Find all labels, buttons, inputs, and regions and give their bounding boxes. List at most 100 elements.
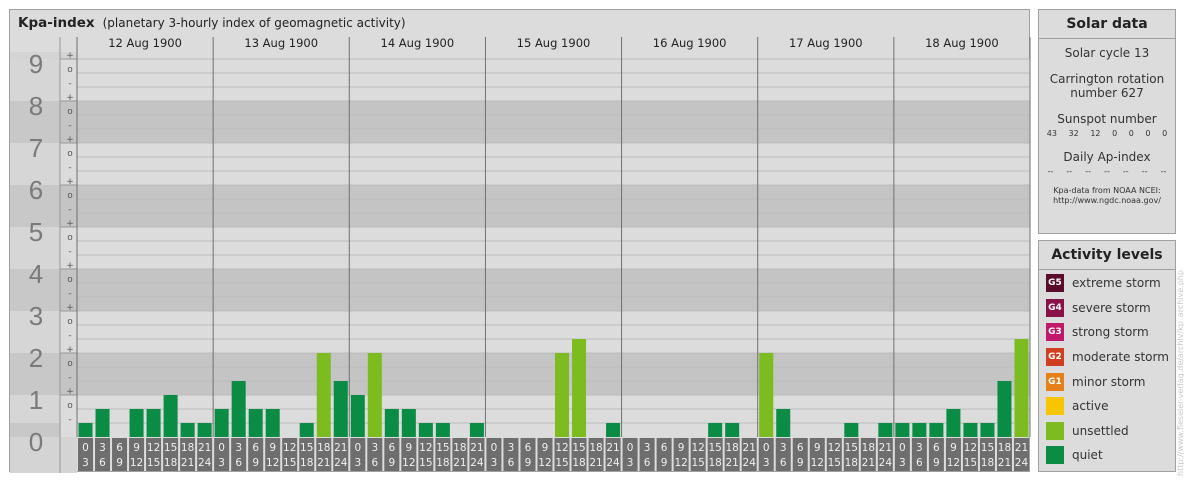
minor-tick-8-1: o bbox=[67, 107, 73, 117]
interval-start-1-6: 18 bbox=[317, 442, 330, 454]
band-2 bbox=[10, 311, 1030, 353]
interval-end-2-1: 6 bbox=[371, 457, 378, 469]
interval-end-4-7: 24 bbox=[743, 457, 757, 469]
interval-start-0-6: 18 bbox=[181, 442, 194, 454]
interval-end-3-6: 21 bbox=[589, 457, 602, 469]
interval-start-0-0: 0 bbox=[82, 442, 89, 454]
interval-end-5-0: 3 bbox=[763, 457, 770, 469]
ap-value-4: -- bbox=[1122, 167, 1129, 176]
bar-6-7 bbox=[1014, 339, 1029, 437]
y-tick-0: 0 bbox=[29, 427, 43, 457]
interval-start-3-6: 18 bbox=[589, 442, 602, 454]
interval-start-2-2: 6 bbox=[388, 442, 395, 454]
bar-1-2 bbox=[248, 408, 263, 437]
interval-start-1-1: 3 bbox=[235, 442, 242, 454]
activity-level-4: G1 minor storm bbox=[1039, 369, 1175, 394]
interval-end-3-2: 9 bbox=[525, 457, 532, 469]
bar-0-1 bbox=[95, 408, 110, 437]
interval-start-0-1: 3 bbox=[99, 442, 106, 454]
activity-label-5: active bbox=[1072, 399, 1109, 414]
minor-tick-2-2: - bbox=[68, 373, 71, 383]
interval-start-6-4: 12 bbox=[964, 442, 977, 454]
interval-end-6-3: 12 bbox=[947, 457, 960, 469]
activity-label-4: minor storm bbox=[1072, 374, 1146, 389]
interval-end-6-1: 6 bbox=[916, 457, 923, 469]
sunspot-number-label: Sunspot number bbox=[1057, 112, 1157, 126]
interval-end-5-7: 24 bbox=[879, 457, 893, 469]
minor-tick-1-2: - bbox=[68, 415, 71, 425]
activity-label-6: unsettled bbox=[1072, 423, 1129, 438]
activity-label-7: quiet bbox=[1072, 448, 1103, 463]
interval-end-0-1: 6 bbox=[99, 457, 106, 469]
activity-swatch-3: G2 bbox=[1046, 348, 1064, 367]
bar-6-3 bbox=[946, 408, 961, 437]
interval-end-2-7: 24 bbox=[470, 457, 484, 469]
interval-end-4-5: 18 bbox=[708, 457, 721, 469]
activity-swatch-2: G3 bbox=[1046, 323, 1064, 342]
data-credit-url: http://www.ngdc.noaa.gov/ bbox=[1053, 196, 1161, 205]
bar-3-7 bbox=[606, 423, 621, 437]
interval-end-3-1: 6 bbox=[508, 457, 515, 469]
interval-end-2-6: 21 bbox=[453, 457, 466, 469]
bar-0-4 bbox=[146, 408, 161, 437]
activity-level-1: G4 severe storm bbox=[1039, 296, 1175, 321]
bar-6-5 bbox=[980, 423, 995, 437]
interval-end-4-3: 12 bbox=[674, 457, 687, 469]
bar-1-5 bbox=[299, 423, 314, 437]
interval-end-4-0: 3 bbox=[627, 457, 634, 469]
ap-value-5: -- bbox=[1141, 167, 1148, 176]
chart-title-main: Kpa-index bbox=[18, 15, 95, 31]
interval-start-5-3: 9 bbox=[814, 442, 821, 454]
interval-start-1-4: 12 bbox=[283, 442, 296, 454]
interval-end-5-1: 6 bbox=[780, 457, 787, 469]
interval-start-4-6: 18 bbox=[726, 442, 739, 454]
day-label-0: 12 Aug 1900 bbox=[108, 37, 182, 50]
interval-end-3-3: 12 bbox=[538, 457, 551, 469]
interval-end-0-7: 24 bbox=[198, 457, 212, 469]
interval-start-5-5: 15 bbox=[845, 442, 858, 454]
ap-index-label: Daily Ap-index bbox=[1063, 150, 1151, 164]
interval-start-2-3: 9 bbox=[406, 442, 413, 454]
bar-2-1 bbox=[367, 353, 382, 437]
interval-start-2-7: 21 bbox=[470, 442, 483, 454]
bar-5-5 bbox=[844, 423, 859, 437]
sunspot-value-0: 43 bbox=[1046, 129, 1057, 138]
interval-start-4-1: 3 bbox=[644, 442, 651, 454]
interval-start-1-2: 6 bbox=[252, 442, 259, 454]
interval-end-3-5: 18 bbox=[572, 457, 585, 469]
minor-tick-6-2: - bbox=[68, 205, 71, 215]
kpa-bar-chart: 0123456789+o-+o-+o-+o-+o-+o-+o-+o-+o-12 … bbox=[10, 37, 1031, 473]
interval-start-3-4: 12 bbox=[555, 442, 568, 454]
minor-tick-8-2: - bbox=[68, 121, 71, 131]
interval-start-4-4: 12 bbox=[691, 442, 704, 454]
interval-start-6-2: 6 bbox=[933, 442, 940, 454]
bar-1-0 bbox=[214, 408, 229, 437]
interval-end-5-3: 12 bbox=[811, 457, 824, 469]
bar-2-4 bbox=[418, 423, 433, 437]
bar-5-7 bbox=[878, 423, 893, 437]
interval-start-5-6: 18 bbox=[862, 442, 875, 454]
interval-end-0-2: 9 bbox=[116, 457, 123, 469]
bar-2-0 bbox=[350, 395, 365, 437]
activity-levels-panel: Activity levels G5 extreme storm G4 severe … bbox=[1038, 240, 1176, 472]
bar-5-1 bbox=[776, 408, 791, 437]
interval-start-0-7: 21 bbox=[198, 442, 211, 454]
bar-2-5 bbox=[435, 423, 450, 437]
sunspot-value-2: 12 bbox=[1090, 129, 1101, 138]
interval-start-5-2: 6 bbox=[797, 442, 804, 454]
interval-end-5-6: 21 bbox=[862, 457, 875, 469]
minor-tick-9-2: - bbox=[68, 79, 71, 89]
bar-2-3 bbox=[401, 408, 416, 437]
bar-2-2 bbox=[384, 408, 399, 437]
interval-start-3-5: 15 bbox=[572, 442, 585, 454]
y-tick-6: 6 bbox=[29, 175, 43, 205]
interval-start-4-2: 6 bbox=[661, 442, 668, 454]
ap-index-values: -- -- -- -- -- -- -- bbox=[1039, 167, 1175, 176]
sunspot-value-6: 0 bbox=[1162, 129, 1168, 138]
activity-label-3: moderate storm bbox=[1072, 350, 1169, 365]
band-1 bbox=[10, 353, 1030, 395]
interval-start-3-0: 0 bbox=[491, 442, 498, 454]
ap-value-1: -- bbox=[1066, 167, 1073, 176]
ap-value-0: -- bbox=[1047, 167, 1054, 176]
day-label-5: 17 Aug 1900 bbox=[789, 37, 863, 50]
